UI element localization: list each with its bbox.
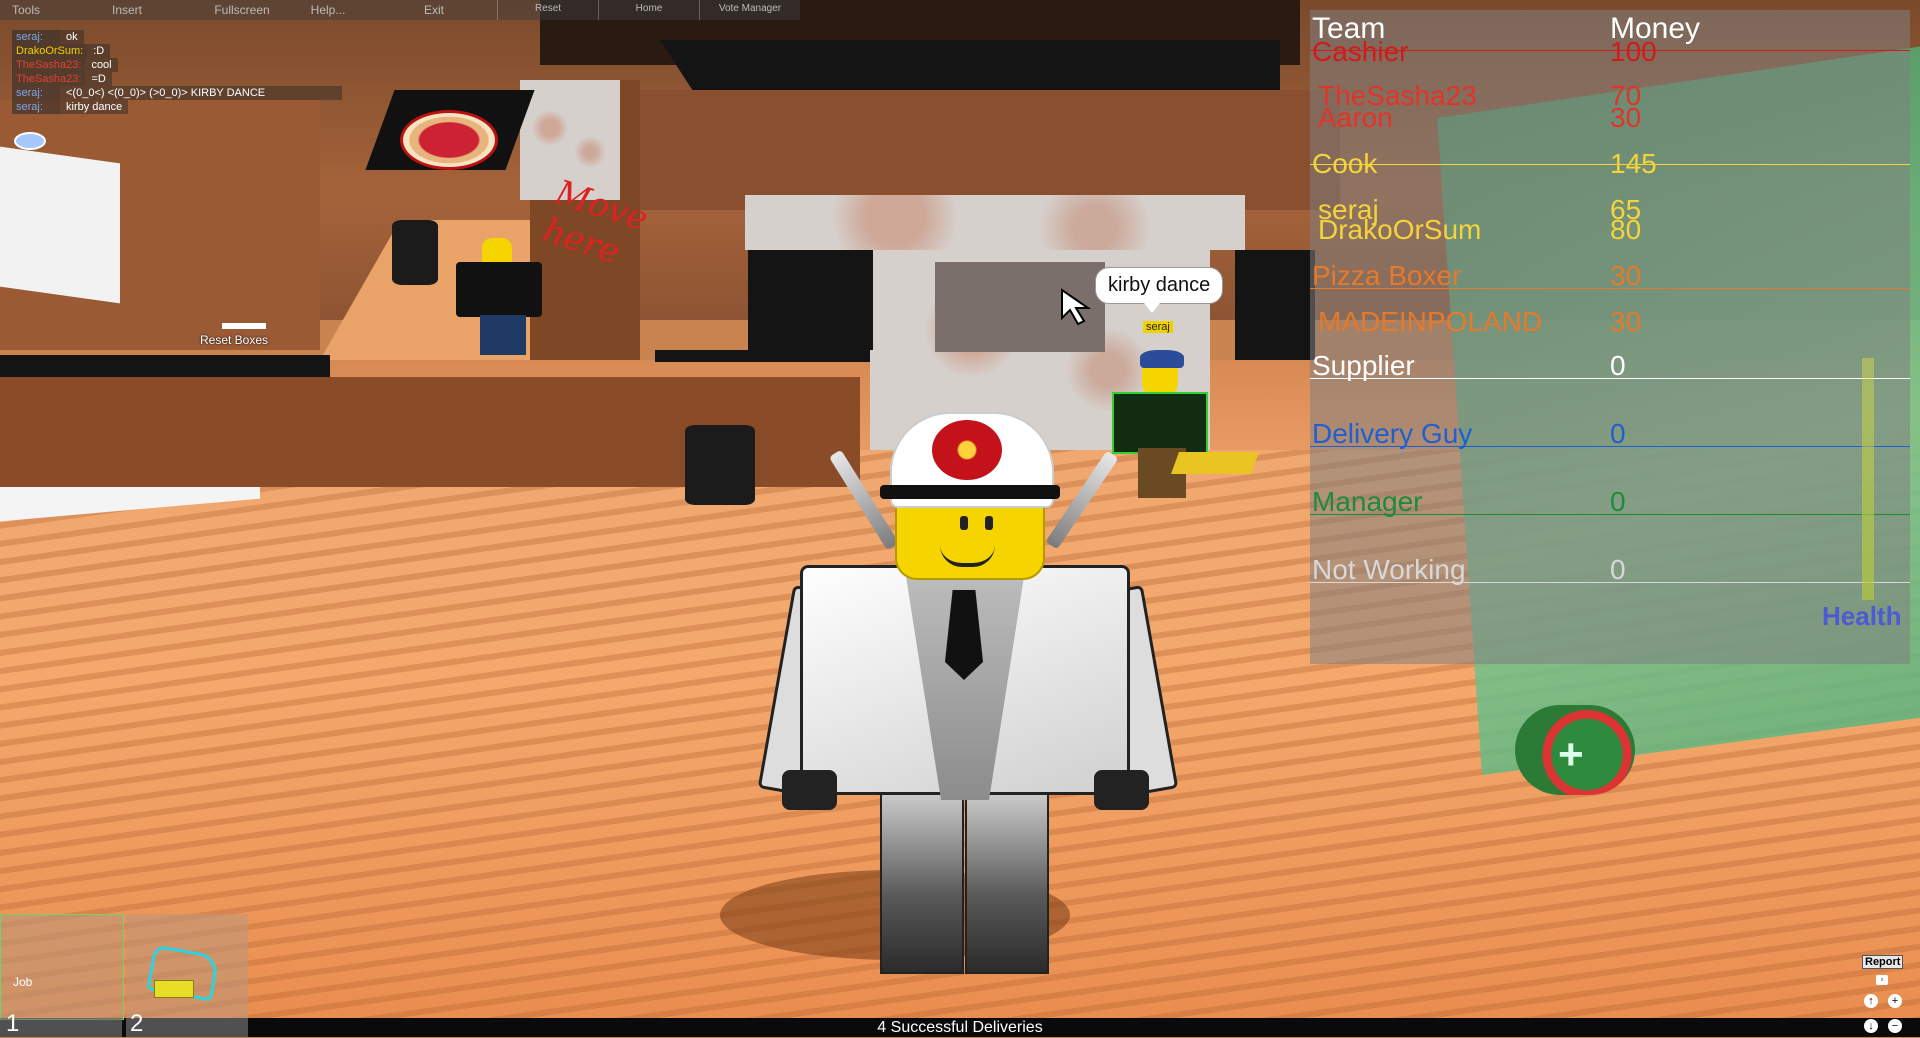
chat-line: seraj: kirby dance [12, 100, 342, 114]
tool-slot-label: Job [13, 975, 33, 989]
reset-boxes-label: Reset Boxes [200, 333, 269, 347]
menu-tools[interactable]: Tools [0, 0, 52, 20]
counter-edge-mid [655, 350, 875, 362]
player-name: MADEINPOLAND [1318, 306, 1543, 337]
tool-slot-job[interactable]: Job [0, 914, 124, 1020]
team-name: Supplier [1312, 350, 1415, 381]
chat-line: DrakoOrSum: :D [12, 44, 342, 58]
menu-fullscreen[interactable]: Fullscreen [202, 0, 282, 20]
menu-help[interactable]: Help... [282, 0, 374, 20]
brick-icon [154, 980, 194, 998]
oven-top [745, 195, 1245, 250]
menu-home[interactable]: Home [598, 0, 699, 20]
tool-slot-number: 2 [130, 1010, 144, 1037]
pizza[interactable] [400, 110, 498, 170]
team-money: 100 [1610, 36, 1657, 67]
chat-speaker: DrakoOrSum: [12, 44, 88, 58]
top-menu-bar: Tools Insert Fullscreen Help... Exit Res… [0, 0, 800, 20]
trash-can-center [685, 425, 755, 505]
player-left-leg [880, 780, 964, 974]
chat-bubble-icon[interactable] [14, 132, 46, 150]
team-money: 30 [1610, 260, 1642, 291]
mouse-cursor-icon [1061, 288, 1092, 326]
team-name: Not Working [1312, 554, 1466, 585]
player-cap-brim [880, 485, 1060, 499]
player-left-hand [782, 770, 837, 810]
team-money: 0 [1610, 418, 1626, 449]
back-wall-top [640, 90, 1340, 210]
chat-speaker: TheSasha23: [12, 58, 86, 72]
health-bar [1862, 358, 1874, 600]
plus-icon: + [1558, 730, 1584, 779]
right-dark-opening [1235, 250, 1315, 360]
player-money: 30 [1610, 102, 1642, 133]
player-eye-right [985, 516, 993, 530]
chat-message: =D [85, 72, 112, 86]
menu-vote-manager[interactable]: Vote Manager [699, 0, 800, 20]
team-money: 0 [1610, 350, 1626, 381]
chat-message: cool [85, 58, 118, 72]
chat-speaker: seraj: [12, 100, 60, 114]
chat-line: seraj: <(0_0<) <(0_0)> (>0_0)> KIRBY DAN… [12, 86, 342, 100]
player-name: Aaron [1318, 102, 1393, 133]
player-name: DrakoOrSum [1318, 214, 1482, 245]
chat-bubble: kirby dance [1095, 267, 1224, 313]
player-nametag: seraj [1143, 321, 1173, 333]
player-money: 80 [1610, 214, 1642, 245]
player-right-hand [1094, 770, 1149, 810]
reset-boxes-pad[interactable] [222, 323, 266, 329]
screenshot-icon[interactable]: ▫ [1876, 975, 1888, 985]
chat-line: seraj: ok [12, 30, 342, 44]
chat-message: ok [60, 30, 84, 44]
oven-dark-left [748, 250, 873, 350]
team-name: Cook [1312, 148, 1378, 179]
chat-line: TheSasha23: =D [12, 72, 342, 86]
trash-can-left [392, 220, 438, 285]
pizza-logo-icon [932, 420, 1002, 480]
health-label: Health [1822, 601, 1902, 631]
chat-speaker: TheSasha23: [12, 72, 86, 86]
camera-up-icon[interactable]: ↑ [1864, 994, 1878, 1008]
team-name: Delivery Guy [1312, 418, 1473, 449]
team-name: Manager [1312, 486, 1423, 517]
chat-speaker: seraj: [12, 86, 60, 100]
team-money: 0 [1610, 554, 1626, 585]
menu-insert[interactable]: Insert [52, 0, 202, 20]
chat-line: TheSasha23: cool [12, 58, 342, 72]
player-right-leg [965, 780, 1049, 974]
menu-left-group: Tools Insert Fullscreen Help... Exit [0, 0, 497, 20]
menu-right-group: Reset Home Vote Manager [497, 0, 800, 20]
counter-edge-left [0, 355, 330, 377]
tool-slot-number: 1 [6, 1010, 20, 1037]
player-eye-left [960, 516, 968, 530]
chat-log: seraj: ok DrakoOrSum: :D TheSasha23: coo… [12, 30, 342, 114]
deliveries-counter: 4 Successful Deliveries [877, 1019, 1043, 1036]
white-block-upper [0, 146, 120, 304]
team-name: Cashier [1312, 36, 1409, 67]
menu-exit[interactable]: Exit [374, 0, 494, 20]
camera-down-icon[interactable]: ↓ [1864, 1019, 1878, 1033]
report-button[interactable]: Report [1862, 955, 1904, 969]
zoom-in-icon[interactable]: + [1888, 994, 1902, 1008]
team-name: Pizza Boxer [1312, 260, 1462, 291]
player-money: 30 [1610, 306, 1642, 337]
team-money: 145 [1610, 148, 1657, 179]
chat-message: <(0_0<) <(0_0)> (>0_0)> KIRBY DANCE [60, 86, 342, 100]
chat-message: kirby dance [60, 100, 129, 114]
team-money: 0 [1610, 486, 1626, 517]
tool-slot-number-bg [126, 1018, 248, 1037]
chat-speaker: seraj: [12, 30, 60, 44]
menu-reset[interactable]: Reset [497, 0, 598, 20]
chat-message: :D [87, 44, 111, 58]
leaderboard: Team Money Cashier 100 TheSasha23 70 Aar… [1310, 10, 1910, 664]
zoom-out-icon[interactable]: − [1888, 1019, 1902, 1033]
